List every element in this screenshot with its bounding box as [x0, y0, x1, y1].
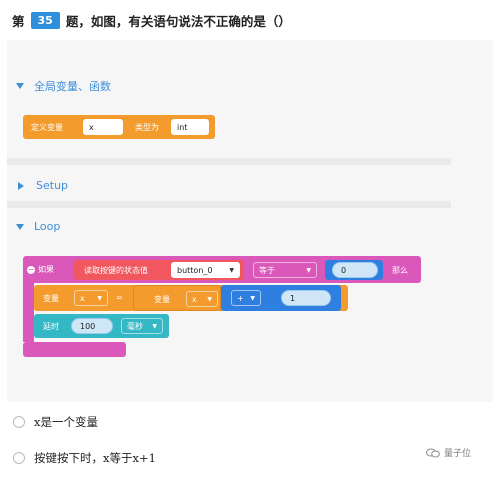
get-variable-block[interactable]: 变量 x ▼ — [133, 285, 221, 311]
section-globals-title: 全局变量、函数 — [34, 80, 111, 93]
collapse-minus-icon[interactable]: − — [27, 265, 35, 274]
compare-dropdown[interactable]: 等于 ▼ — [253, 262, 317, 278]
question-number-badge: 35 — [30, 11, 60, 29]
section-loop-title: Loop — [34, 220, 61, 233]
get-var-label: 变量 — [154, 295, 170, 304]
type-field[interactable]: int — [171, 119, 209, 135]
block-editor: 全局变量、函数 定义变量 x 类型为 int Setup Loop − 如果 读… — [7, 40, 493, 402]
expand-arrow-icon — [18, 181, 24, 190]
read-button-block[interactable]: 读取按键的状态值 button_0 ▼ — [74, 260, 244, 280]
if-label: − 如果 — [27, 264, 54, 274]
collapse-arrow-icon — [16, 83, 24, 89]
operator-dropdown[interactable]: + ▼ — [231, 290, 261, 306]
question-text: 题，如图，有关语句说法不正确的是（） — [65, 13, 291, 29]
answer-option-2[interactable]: 按键按下时，x等于x+1 — [13, 450, 156, 466]
question-prefix: 第 — [12, 13, 25, 29]
radio-button[interactable] — [13, 416, 25, 428]
button-dropdown[interactable]: button_0 ▼ — [171, 262, 240, 278]
number-block: 0 — [325, 260, 383, 280]
section-divider — [7, 158, 451, 165]
watermark: 量子位 — [426, 446, 471, 459]
answer-option-text: 按键按下时，x等于x+1 — [34, 451, 156, 465]
target-variable-dropdown[interactable]: x ▼ — [74, 290, 108, 306]
delay-amount-field[interactable]: 100 — [71, 318, 113, 334]
define-variable-block[interactable]: 定义变量 x 类型为 int — [23, 115, 215, 139]
operand-field[interactable]: 1 — [281, 290, 331, 306]
question-header: 第 35 题，如图，有关语句说法不正确的是（） — [0, 0, 500, 40]
source-variable-dropdown[interactable]: x ▼ — [186, 291, 218, 307]
chat-bubble-icon — [426, 448, 440, 457]
answer-option-1[interactable]: x是一个变量 — [13, 414, 98, 430]
then-label: 那么 — [392, 266, 408, 275]
equals-label: = — [116, 293, 123, 302]
collapse-arrow-icon — [16, 223, 24, 230]
section-divider — [7, 201, 451, 208]
section-setup-title: Setup — [36, 179, 69, 192]
delay-block[interactable]: 延时 100 毫秒 ▼ — [34, 314, 169, 338]
section-globals-toggle[interactable]: 全局变量、函数 — [16, 78, 111, 94]
compare-value-field[interactable]: 0 — [332, 262, 378, 278]
section-loop-toggle[interactable]: Loop — [16, 220, 60, 233]
read-button-label: 读取按键的状态值 — [84, 266, 148, 275]
assign-var-label: 变量 — [43, 294, 59, 303]
variable-name-field[interactable]: x — [83, 119, 123, 135]
section-setup-toggle[interactable]: Setup — [16, 179, 68, 192]
if-block-arm — [23, 278, 34, 342]
answer-option-text: x是一个变量 — [34, 415, 98, 429]
define-variable-label: 定义变量 — [31, 123, 63, 132]
if-block-footer — [23, 342, 126, 357]
delay-label: 延时 — [43, 322, 59, 331]
watermark-text: 量子位 — [444, 449, 472, 459]
radio-button[interactable] — [13, 452, 25, 464]
delay-unit-dropdown[interactable]: 毫秒 ▼ — [121, 318, 163, 334]
type-label: 类型为 — [135, 123, 159, 132]
math-operation-block[interactable]: + ▼ 1 — [221, 285, 341, 311]
